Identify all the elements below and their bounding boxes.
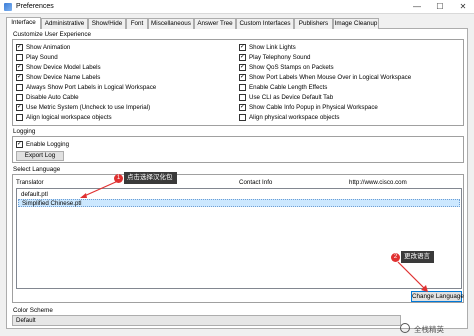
tab-answer-tree[interactable]: Answer Tree — [194, 18, 236, 29]
interface-panel: Customize User Experience ✓ Show Animati… — [6, 29, 468, 329]
translator-column-header: Translator — [16, 179, 44, 186]
customize-group: ✓ Show Animation Play Sound ✓ Show Devic… — [12, 39, 464, 126]
title-bar: Preferences — ☐ ✕ — [0, 0, 474, 14]
checkbox-box[interactable] — [16, 114, 23, 121]
checkbox-box[interactable] — [16, 94, 23, 101]
tab-font[interactable]: Font — [126, 18, 148, 29]
watermark-logo-icon — [400, 323, 410, 333]
checkbox-box[interactable]: ✓ — [16, 64, 23, 71]
contact-info-column-header: Contact Info — [239, 179, 273, 186]
checkbox-box[interactable] — [239, 114, 246, 121]
watermark-text: 全栈精英 — [414, 325, 444, 334]
logging-group-title: Logging — [13, 128, 36, 135]
callout-1: 点击选择汉化包 — [124, 172, 177, 184]
callout-2: 更改语言 — [401, 251, 434, 263]
tab-custom-interfaces[interactable]: Custom Interfaces — [236, 18, 294, 29]
checkbox-box[interactable]: ✓ — [16, 104, 23, 111]
callout-1-number: 1 — [114, 174, 123, 183]
color-scheme-select[interactable]: Default — [12, 315, 401, 326]
tab-image-cleanup[interactable]: Image Cleanup — [333, 18, 379, 29]
checkbox-box[interactable]: ✓ — [239, 104, 246, 111]
close-button[interactable]: ✕ — [452, 0, 474, 14]
checkbox-box[interactable] — [16, 54, 23, 61]
checkbox-box[interactable] — [239, 94, 246, 101]
customize-group-title: Customize User Experience — [13, 31, 92, 38]
minimize-button[interactable]: — — [406, 0, 428, 14]
checkbox-box[interactable]: ✓ — [16, 44, 23, 51]
export-log-button[interactable]: Export Log — [16, 151, 64, 161]
list-item-selected[interactable]: Simplified Chinese.ptl — [18, 199, 460, 207]
logging-group: ✓ Enable Logging Export Log — [12, 136, 464, 163]
language-list[interactable]: default.ptl Simplified Chinese.ptl — [16, 188, 462, 289]
checkbox-box[interactable]: ✓ — [239, 54, 246, 61]
checkbox-box[interactable]: ✓ — [239, 44, 246, 51]
maximize-button[interactable]: ☐ — [429, 0, 451, 14]
checkbox-box[interactable] — [16, 84, 23, 91]
callout-2-number: 2 — [391, 253, 400, 262]
list-item[interactable]: default.ptl — [18, 191, 460, 199]
language-group-title: Select Language — [13, 166, 61, 173]
window-title: Preferences — [16, 3, 54, 10]
app-icon — [4, 3, 12, 11]
checkbox-box[interactable]: ✓ — [239, 74, 246, 81]
checkbox-box[interactable]: ✓ — [239, 64, 246, 71]
tab-bar: Interface Administrative Show/Hide Font … — [6, 17, 468, 30]
tab-administrative[interactable]: Administrative — [41, 18, 88, 29]
website-text: http://www.cisco.com — [349, 179, 407, 186]
change-language-button[interactable]: Change Language — [411, 291, 464, 302]
tab-publishers[interactable]: Publishers — [294, 18, 333, 29]
tab-miscellaneous[interactable]: Miscellaneous — [148, 18, 194, 29]
checkbox-box[interactable] — [239, 84, 246, 91]
language-group: Translator Contact Info http://www.cisco… — [12, 174, 464, 303]
tab-show-hide[interactable]: Show/Hide — [88, 18, 126, 29]
checkbox-box[interactable]: ✓ — [16, 74, 23, 81]
color-scheme-title: Color Scheme — [13, 307, 53, 314]
checkbox-box[interactable]: ✓ — [16, 141, 23, 148]
